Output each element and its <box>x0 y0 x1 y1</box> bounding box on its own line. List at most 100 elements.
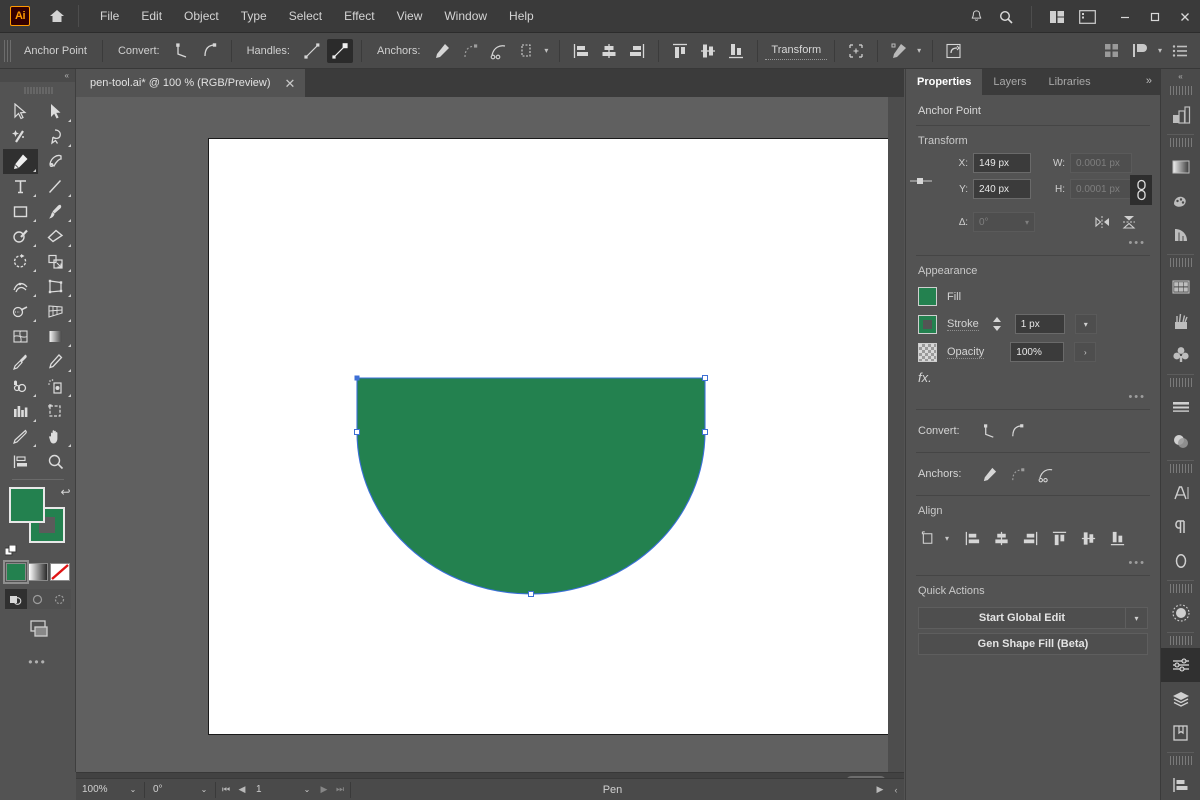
opacity-label[interactable]: Opacity <box>947 346 985 359</box>
convert-to-smooth-icon[interactable] <box>197 39 223 63</box>
w-input[interactable]: 0.0001 px <box>1070 153 1132 173</box>
zoom-dropdown-icon[interactable]: ⌄ <box>124 785 142 794</box>
h-input[interactable]: 0.0001 px <box>1070 179 1132 199</box>
menu-effect[interactable]: Effect <box>333 4 385 28</box>
dock-color-icon[interactable] <box>1161 270 1200 304</box>
tools-more-button[interactable]: ••• <box>0 655 75 669</box>
dock-transparency-icon[interactable] <box>1161 424 1200 458</box>
start-global-edit-button[interactable]: Start Global Edit <box>918 607 1126 629</box>
draw-normal-button[interactable] <box>4 589 27 609</box>
dock-grip-5[interactable] <box>1169 464 1192 473</box>
opacity-input[interactable]: 100% <box>1010 342 1065 362</box>
dock-appearance-icon[interactable] <box>1161 596 1200 630</box>
workspace-list-icon[interactable] <box>1167 39 1193 63</box>
flip-horizontal-icon[interactable] <box>1090 211 1116 233</box>
tool-zoom[interactable] <box>38 449 73 474</box>
tool-paintbrush[interactable] <box>38 199 73 224</box>
appearance-stroke-swatch[interactable] <box>918 314 937 334</box>
draw-inside-button[interactable] <box>48 589 71 609</box>
reshape-icon[interactable] <box>886 39 912 63</box>
artboard-dropdown-icon[interactable]: ⌄ <box>298 785 316 794</box>
dock-properties-icon[interactable] <box>1161 648 1200 682</box>
search-icon[interactable] <box>991 0 1021 33</box>
workspace-grid-icon[interactable] <box>1099 39 1125 63</box>
bell-icon[interactable] <box>961 0 991 33</box>
stroke-label[interactable]: Stroke <box>947 318 979 331</box>
align-right-icon[interactable] <box>624 39 650 63</box>
dock-grip-7[interactable] <box>1169 636 1192 645</box>
stroke-options-dropdown-icon[interactable]: ▾ <box>1074 314 1097 334</box>
color-button[interactable] <box>2 560 29 584</box>
constrain-proportions-icon[interactable] <box>1130 175 1152 205</box>
artboard-number-field[interactable]: 1 <box>250 780 298 799</box>
effects-button[interactable]: fx. <box>906 366 1160 387</box>
dock-artboards-icon[interactable] <box>1161 98 1200 132</box>
draw-behind-button[interactable] <box>26 589 49 609</box>
tab-libraries[interactable]: Libraries <box>1037 69 1101 95</box>
align-middle-v-panel-icon[interactable] <box>1075 527 1101 549</box>
align-bottom-panel-icon[interactable] <box>1104 527 1130 549</box>
tool-rotate[interactable] <box>3 249 38 274</box>
tool-width[interactable] <box>3 274 38 299</box>
align-right-panel-icon[interactable] <box>1017 527 1043 549</box>
workspace-essentials-icon[interactable] <box>1127 39 1153 63</box>
maximize-button[interactable] <box>1140 0 1170 33</box>
tool-hand[interactable] <box>38 424 73 449</box>
home-icon[interactable] <box>46 5 68 27</box>
tool-mesh[interactable] <box>3 324 38 349</box>
menu-edit[interactable]: Edit <box>130 4 173 28</box>
next-artboard-icon[interactable]: ▶ <box>316 784 332 795</box>
control-bar-grip[interactable] <box>4 39 11 62</box>
panel-menu-icon[interactable]: » <box>1146 75 1152 87</box>
dock-character-icon[interactable] <box>1161 476 1200 510</box>
recolor-artwork-icon[interactable] <box>941 39 967 63</box>
dock-swatches-icon[interactable] <box>1161 184 1200 218</box>
tools-panel-grip[interactable] <box>22 84 53 96</box>
appearance-more-options[interactable]: ••• <box>906 387 1160 409</box>
fill-swatch[interactable] <box>8 487 45 523</box>
menu-select[interactable]: Select <box>278 4 333 28</box>
x-input[interactable]: 149 px <box>973 153 1031 173</box>
close-button[interactable] <box>1170 0 1200 33</box>
tool-eyedropper[interactable] <box>3 349 38 374</box>
document-tab[interactable]: pen-tool.ai* @ 100 % (RGB/Preview) ✕ <box>76 69 306 97</box>
workspace-dropdown-icon[interactable]: ▾ <box>1154 46 1166 55</box>
tool-scale[interactable] <box>38 249 73 274</box>
tool-live-paint[interactable] <box>3 374 38 399</box>
dock-grip-8[interactable] <box>1169 756 1192 765</box>
align-to-dropdown-icon[interactable]: ▾ <box>945 534 949 543</box>
vertical-scrollbar[interactable] <box>888 97 904 772</box>
anchor-pen-panel-icon[interactable] <box>976 463 1002 485</box>
tab-layers[interactable]: Layers <box>982 69 1037 95</box>
gradient-button[interactable] <box>27 563 48 581</box>
tool-selection[interactable] <box>3 99 38 124</box>
remove-anchor-panel-icon[interactable] <box>1004 463 1030 485</box>
dock-color-guide-icon[interactable] <box>1161 218 1200 252</box>
tool-symbol-sprayer[interactable] <box>38 374 73 399</box>
tool-blend[interactable] <box>38 349 73 374</box>
opacity-options-icon[interactable]: › <box>1074 342 1097 362</box>
tool-type[interactable] <box>3 174 38 199</box>
first-artboard-icon[interactable]: ⏮ <box>218 784 234 795</box>
align-center-horizontal-icon[interactable] <box>596 39 622 63</box>
appearance-fill-swatch[interactable] <box>918 287 937 306</box>
convert-to-corner-icon[interactable] <box>169 39 195 63</box>
tool-measure[interactable] <box>3 449 38 474</box>
hide-handles-icon[interactable] <box>326 38 353 63</box>
tools-panel-collapse[interactable]: « <box>0 69 75 82</box>
previous-artboard-icon[interactable]: ◀ <box>234 784 250 795</box>
minimize-button[interactable] <box>1110 0 1140 33</box>
tool-shaper[interactable] <box>3 224 38 249</box>
global-edit-dropdown-icon[interactable]: ▾ <box>1126 607 1148 629</box>
document-tab-close-icon[interactable]: ✕ <box>285 77 296 90</box>
menu-help[interactable]: Help <box>498 4 545 28</box>
show-handles-icon[interactable] <box>299 39 325 63</box>
reference-point-selector[interactable] <box>910 175 932 187</box>
transform-link[interactable]: Transform <box>765 41 828 60</box>
default-fill-stroke-icon[interactable] <box>4 545 17 557</box>
align-top-panel-icon[interactable] <box>1046 527 1072 549</box>
arrange-documents-icon[interactable] <box>1042 0 1072 33</box>
status-expand-icon[interactable]: ‹ <box>888 785 904 795</box>
tool-lasso[interactable] <box>38 124 73 149</box>
dock-expand-icon[interactable]: « <box>1161 69 1200 83</box>
